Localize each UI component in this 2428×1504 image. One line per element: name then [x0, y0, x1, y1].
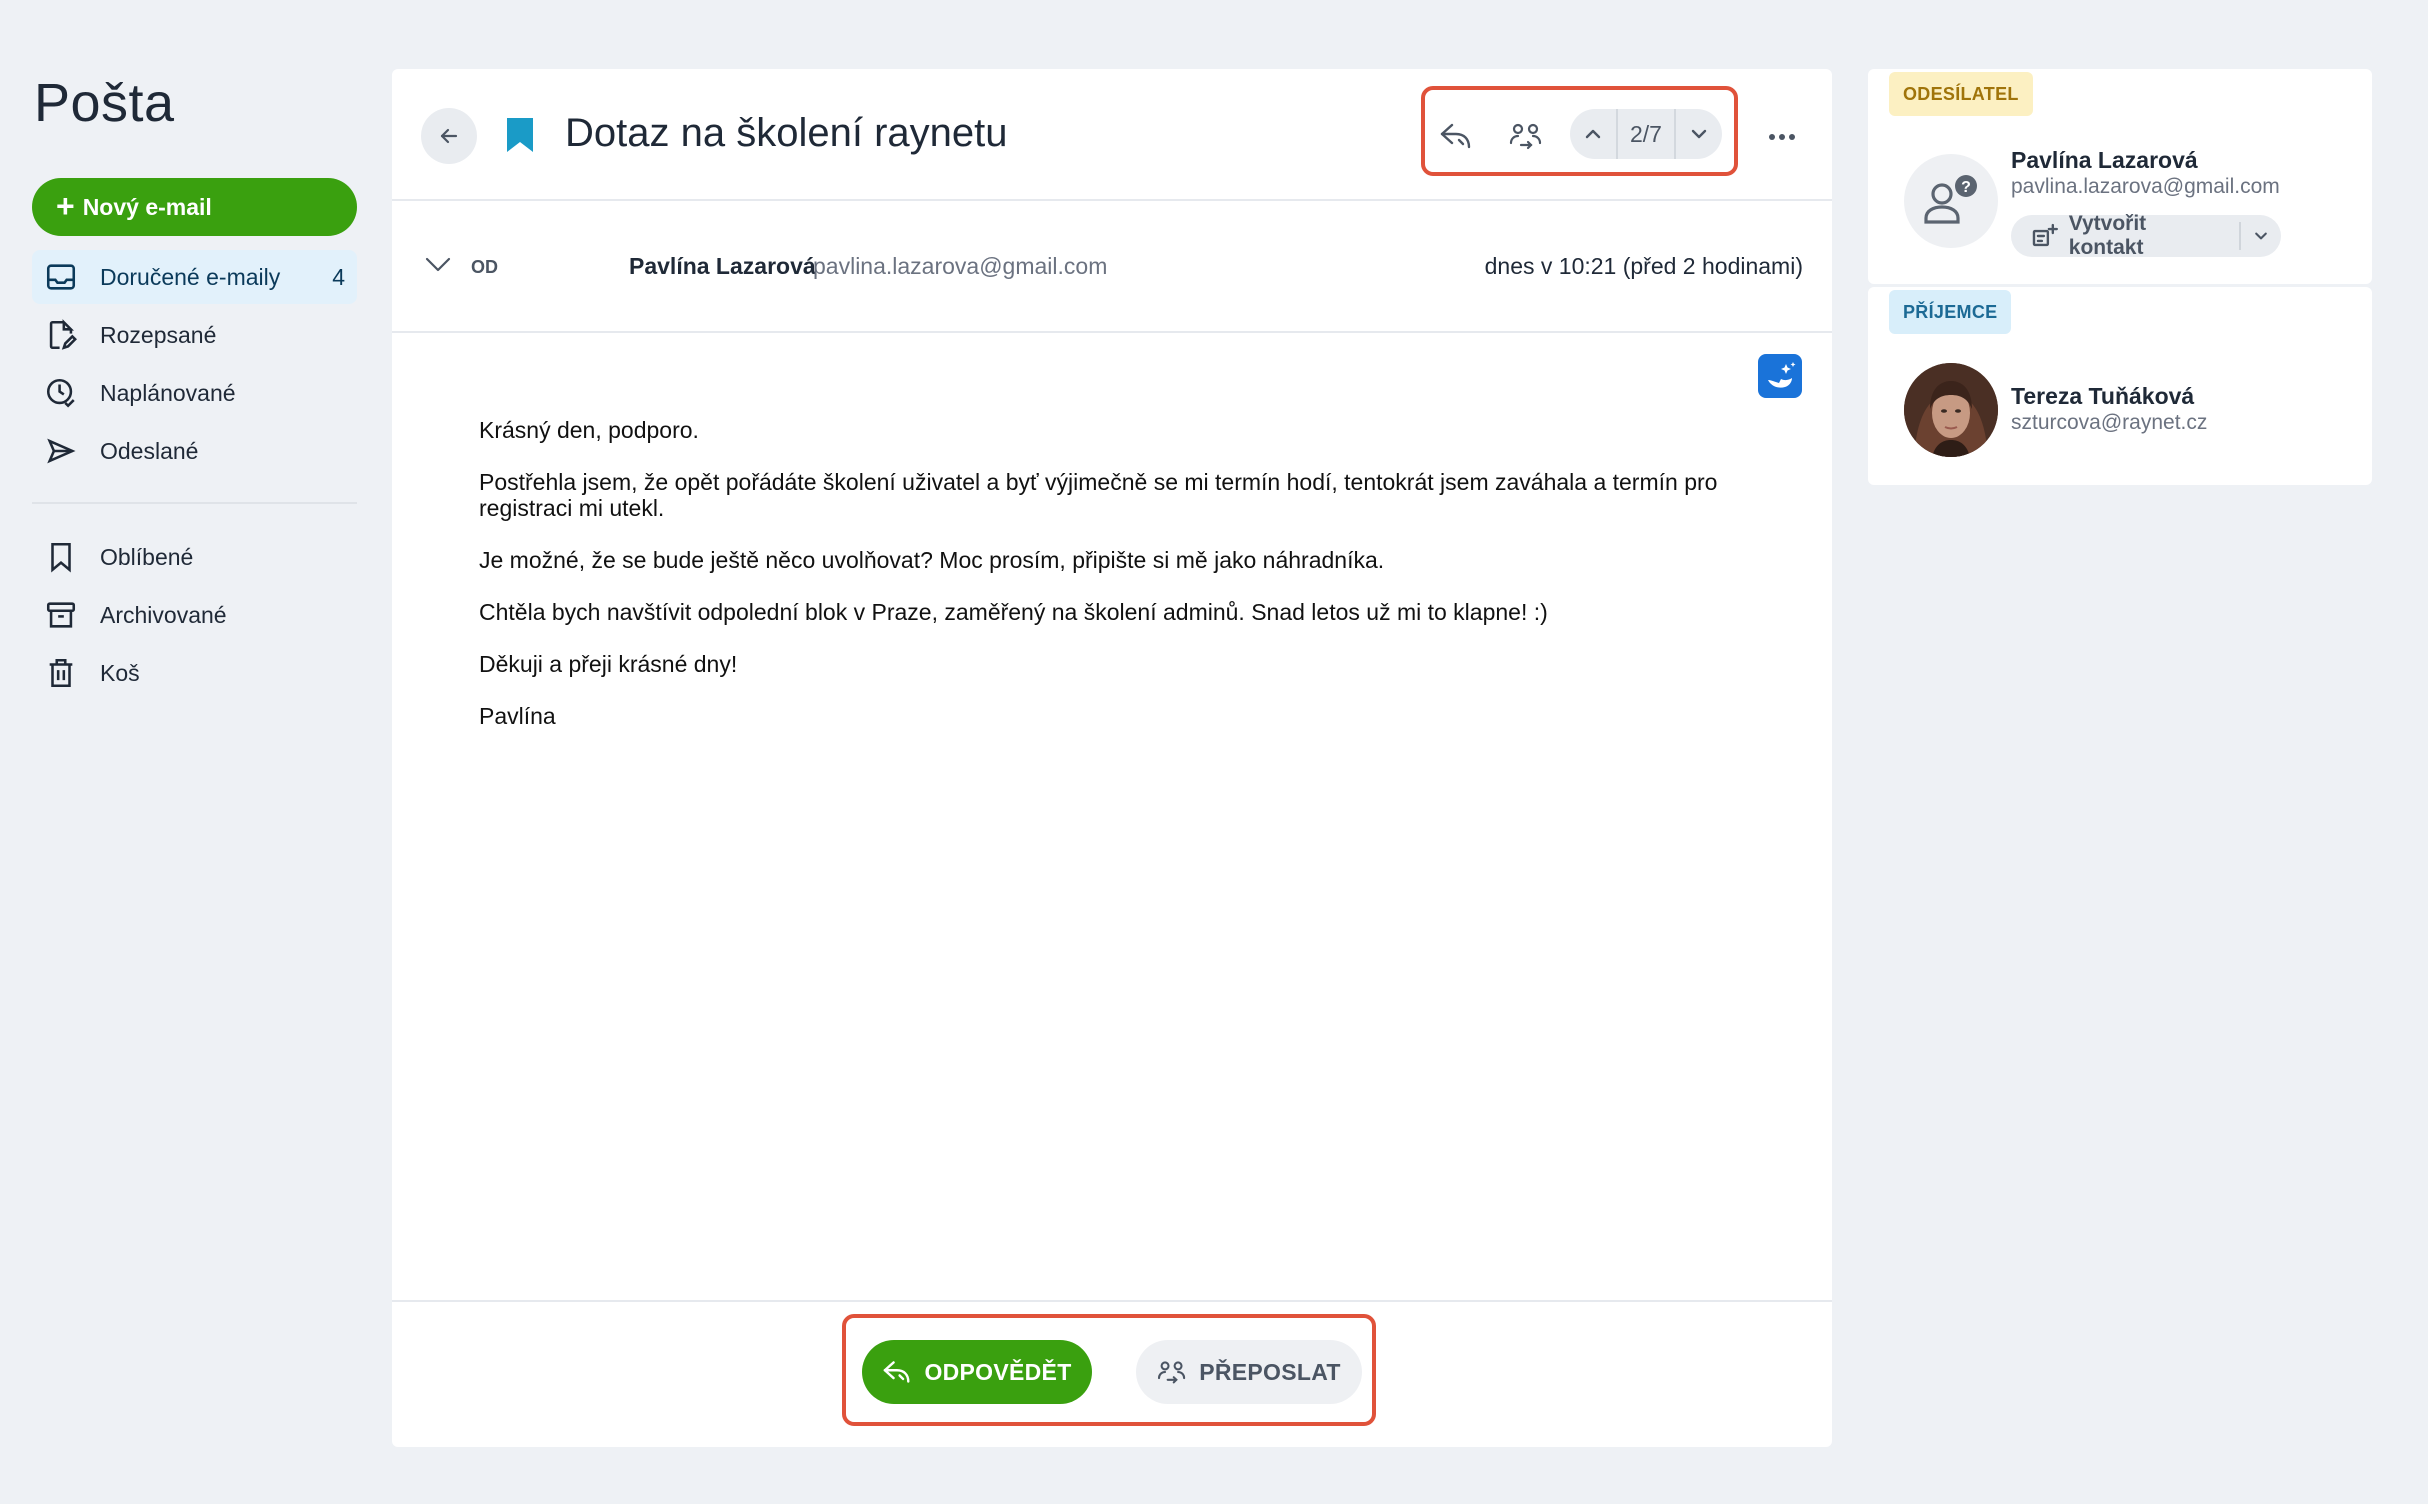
trash-icon	[49, 658, 73, 688]
next-mail-button[interactable]	[1676, 109, 1722, 159]
app-title: Pošta	[34, 73, 175, 133]
bookmark-filled-icon	[507, 118, 533, 152]
sidebar-item-trash[interactable]: Koš	[32, 646, 357, 700]
more-horizontal-icon	[1769, 134, 1795, 140]
sender-badge: ODESÍLATEL	[1889, 72, 2033, 116]
create-contact-label: Vytvořit kontakt	[2068, 212, 2147, 259]
new-mail-button[interactable]: + Nový e-mail	[32, 178, 357, 236]
forward-people-icon	[1509, 123, 1542, 150]
sidebar-item-archived[interactable]: Archivované	[32, 588, 357, 642]
sidebar: Pošta + Nový e-mail Doručené e-maily 4 R…	[32, 0, 357, 1504]
create-contact-dropdown[interactable]	[2241, 215, 2281, 257]
expand-headers-button[interactable]	[424, 253, 452, 275]
chevron-down-icon	[425, 257, 451, 272]
create-contact-main[interactable]: Vytvořit kontakt	[2011, 212, 2225, 259]
sender-name: Pavlína Lazarová	[2011, 147, 2198, 173]
from-name: Pavlína Lazarová	[629, 253, 816, 279]
forward-label: PŘEPOSLAT	[1199, 1358, 1341, 1385]
mail-body-paragraph: Je možné, že se bude ještě něco uvolňova…	[479, 547, 1385, 573]
chevron-up-icon	[1585, 129, 1601, 139]
from-row: OD Pavlína Lazarová pavlina.lazarova@gma…	[392, 201, 1832, 333]
previous-mail-button[interactable]	[1570, 109, 1616, 159]
create-contact-button: Vytvořit kontakt	[2011, 212, 2281, 259]
mail-body-paragraph: Pavlína	[479, 703, 556, 729]
avatar: ?	[1904, 154, 1998, 248]
chevron-down-icon	[1691, 129, 1707, 139]
from-label: OD	[471, 257, 498, 277]
folder-nav: Doručené e-maily 4 Rozepsané Naplánované…	[32, 250, 357, 704]
more-actions-button[interactable]	[1762, 117, 1802, 157]
nav-divider	[32, 502, 357, 504]
sidebar-item-inbox[interactable]: Doručené e-maily 4	[32, 250, 357, 304]
reply-label: ODPOVĚDĚT	[924, 1358, 1072, 1385]
sidebar-item-label: Odeslané	[100, 437, 199, 464]
forward-people-icon	[1158, 1361, 1186, 1384]
sidebar-item-favorites[interactable]: Oblíbené	[32, 530, 357, 584]
sidebar-item-label: Oblíbené	[100, 543, 194, 570]
ai-assistant-button[interactable]	[1758, 354, 1802, 398]
mail-body-paragraph: Postřehla jsem, že opět pořádáte školení…	[479, 469, 1718, 521]
sidebar-item-label: Archivované	[100, 601, 227, 628]
sidebar-item-label: Rozepsané	[100, 321, 217, 348]
new-mail-label: Nový e-mail	[82, 193, 212, 220]
sidebar-item-label: Doručené e-maily	[100, 263, 281, 290]
toolbar-reply-button[interactable]	[1433, 113, 1479, 159]
ai-sparkle-icon	[1768, 362, 1796, 388]
draft-icon	[49, 319, 77, 350]
unknown-person-icon: ?	[1924, 175, 1977, 224]
recipient-badge: PŘÍJEMCE	[1889, 290, 2012, 334]
plus-icon: +	[56, 187, 75, 224]
user-photo-icon	[1904, 363, 1998, 457]
mail-pager: 2/7	[1570, 109, 1722, 159]
arrow-left-icon	[440, 128, 458, 144]
reply-button[interactable]: ODPOVĚDĚT	[862, 1340, 1092, 1404]
unread-count-badge: 4	[332, 263, 345, 290]
svg-text:?: ?	[1961, 179, 1971, 196]
toolbar-forward-button[interactable]	[1503, 113, 1549, 159]
mail-date: dnes v 10:21 (před 2 hodinami)	[1484, 253, 1803, 279]
back-button[interactable]	[421, 108, 477, 164]
forward-button[interactable]: PŘEPOSLAT	[1136, 1340, 1362, 1404]
add-contact-icon	[2032, 223, 2058, 247]
avatar	[1904, 363, 1998, 457]
recipient-card: PŘÍJEMCE Tereza Tuňáková szturcova@rayne…	[1868, 287, 2372, 485]
recipient-name: Tereza Tuňáková	[2011, 383, 2195, 409]
mail-body-paragraph: Děkuji a přeji krásné dny!	[479, 651, 738, 677]
mail-body: Krásný den, podporo. Postřehla jsem, že …	[479, 417, 1779, 755]
sidebar-item-sent[interactable]: Odeslané	[32, 424, 357, 478]
sender-card: ODESÍLATEL ? Pavlína Lazarová pavlina.la…	[1868, 69, 2372, 284]
bookmark-icon	[51, 542, 71, 573]
sidebar-item-label: Koš	[100, 659, 140, 686]
pager-count: 2/7	[1616, 109, 1676, 159]
archive-icon	[46, 602, 76, 628]
scheduled-icon	[46, 378, 75, 408]
mail-footer: ODPOVĚDĚT PŘEPOSLAT	[392, 1300, 1832, 1447]
sent-icon	[47, 438, 76, 464]
sidebar-item-label: Naplánované	[100, 379, 236, 406]
sidebar-item-scheduled[interactable]: Naplánované	[32, 366, 357, 420]
sender-email[interactable]: pavlina.lazarova@gmail.com	[2011, 175, 2280, 199]
reply-icon	[1440, 123, 1471, 149]
mail-body-paragraph: Krásný den, podporo.	[479, 417, 699, 443]
inbox-icon	[46, 264, 76, 290]
mail-detail-panel: Dotaz na školení raynetu 2/7 OD Pavlína …	[392, 69, 1832, 1447]
mail-header: Dotaz na školení raynetu 2/7	[392, 69, 1832, 201]
reply-icon	[884, 1361, 910, 1383]
bookmark-toggle[interactable]	[505, 116, 535, 154]
sidebar-item-drafts[interactable]: Rozepsané	[32, 308, 357, 362]
recipient-email[interactable]: szturcova@raynet.cz	[2011, 411, 2207, 435]
mail-body-paragraph: Chtěla bych navštívit odpolední blok v P…	[479, 599, 1548, 625]
from-email[interactable]: pavlina.lazarova@gmail.com	[813, 253, 1107, 280]
chevron-down-icon	[2255, 232, 2267, 240]
mail-subject: Dotaz na školení raynetu	[565, 111, 1008, 155]
